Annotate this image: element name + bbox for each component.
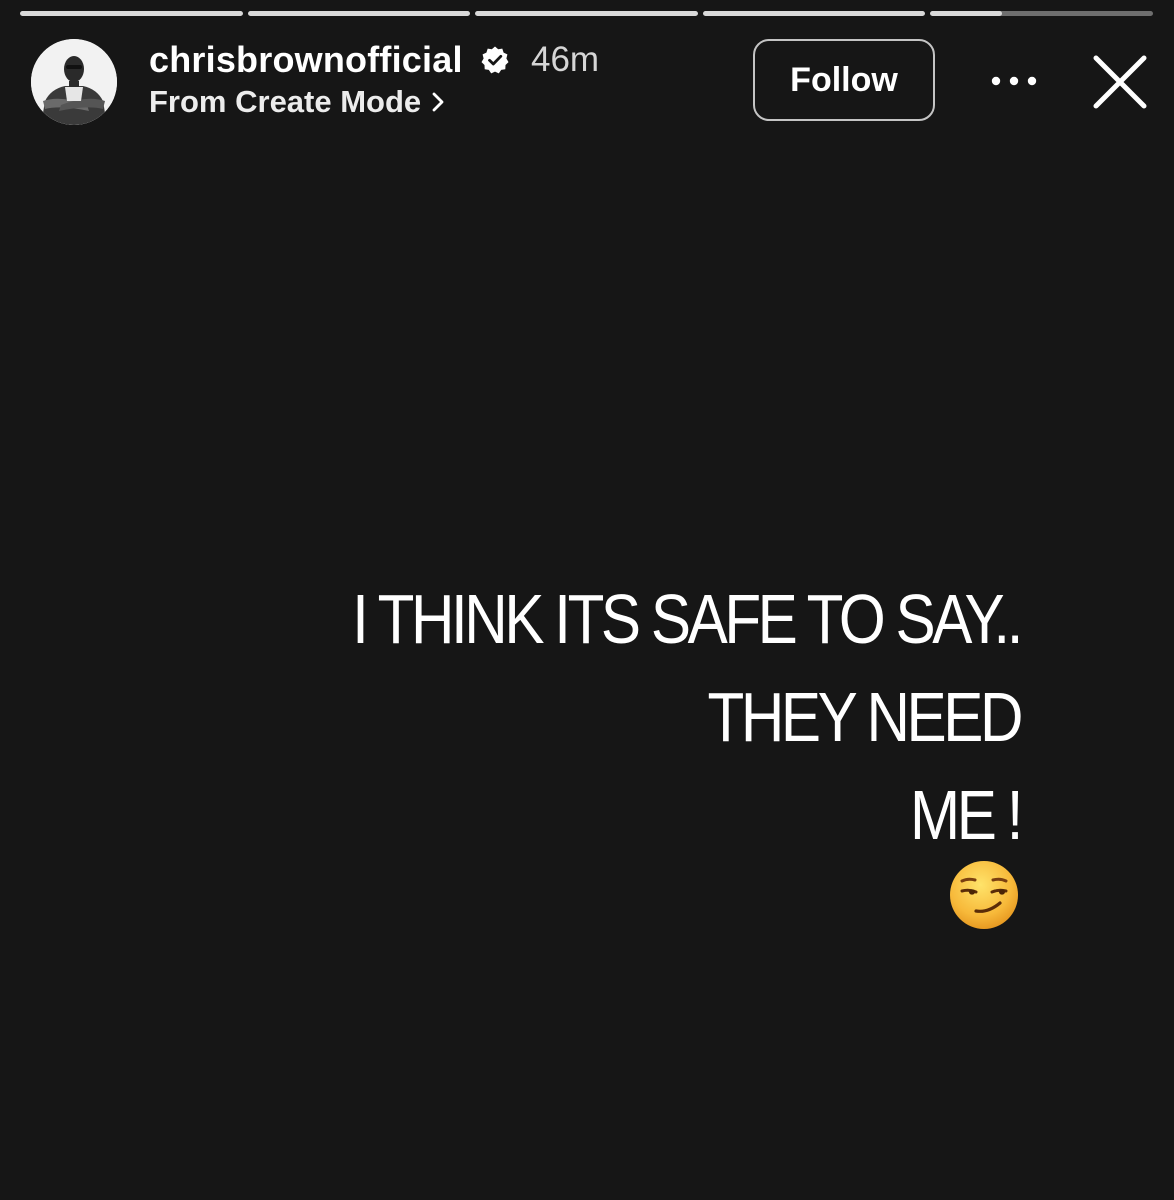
- smirking-face-emoji: [950, 861, 1018, 929]
- story-progress-bar: [20, 11, 1153, 16]
- progress-segment: [20, 11, 243, 16]
- progress-segment-fill: [702, 11, 926, 16]
- create-mode-label: From Create Mode: [149, 84, 422, 119]
- story-text: I THINK ITS SAFE TO SAY.. THEY NEED ME !: [352, 580, 1023, 854]
- progress-segment: [702, 11, 926, 16]
- post-time: 46m: [531, 40, 600, 79]
- progress-segment: [475, 11, 698, 16]
- close-icon[interactable]: [1091, 53, 1149, 111]
- avatar[interactable]: [31, 39, 117, 125]
- progress-segment-fill: [930, 11, 1002, 16]
- progress-segment: [247, 11, 471, 16]
- create-mode-link[interactable]: From Create Mode: [149, 82, 445, 122]
- more-options-icon[interactable]: [988, 66, 1040, 96]
- chevron-right-icon: [432, 92, 444, 112]
- username[interactable]: chrisbrownofficial: [149, 38, 463, 82]
- progress-segment-fill: [20, 11, 243, 16]
- follow-button[interactable]: Follow: [753, 39, 935, 121]
- progress-segment-fill: [247, 11, 471, 16]
- avatar-image: [31, 39, 117, 125]
- verified-badge-icon: [481, 46, 509, 74]
- story-viewer[interactable]: chrisbrownofficial 46m From Create Mode …: [0, 0, 1174, 1200]
- progress-segment: [930, 11, 1153, 16]
- progress-segment-fill: [475, 11, 698, 16]
